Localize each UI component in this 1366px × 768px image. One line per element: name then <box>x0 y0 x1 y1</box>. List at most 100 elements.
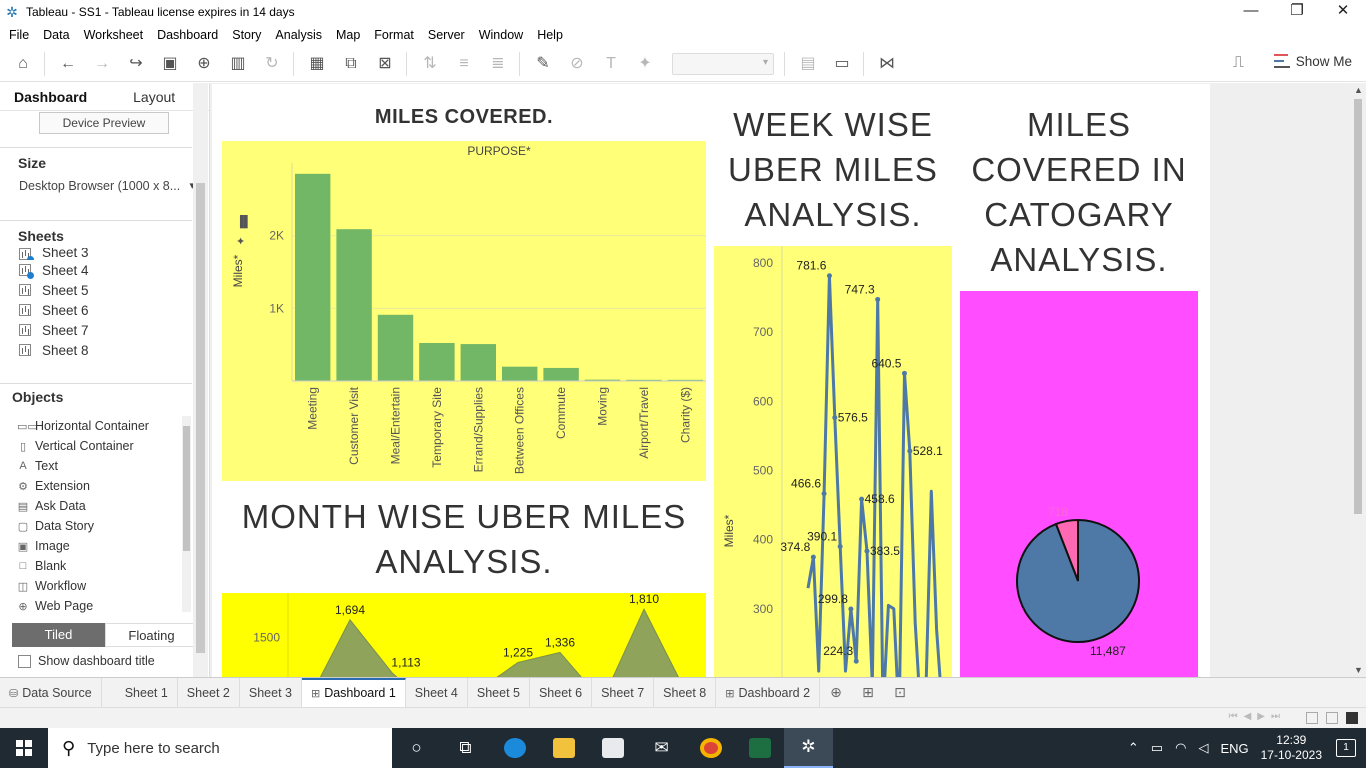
sheet-item[interactable]: Sheet 8 <box>19 340 89 360</box>
excel-icon[interactable] <box>735 728 784 768</box>
sheet-item[interactable]: Sheet 3 <box>19 248 89 260</box>
menu-file[interactable]: File <box>9 28 29 42</box>
start-button[interactable] <box>0 728 48 768</box>
taskbar-search[interactable]: ⚲ Type here to search <box>48 728 392 768</box>
new-dashboard-tab-icon[interactable]: ⊞ <box>852 684 884 701</box>
menu-help[interactable]: Help <box>537 28 563 42</box>
sheet-item[interactable]: Sheet 7 <box>19 320 89 340</box>
tab-layout[interactable]: Layout <box>119 83 189 111</box>
objects-scrollbar[interactable] <box>182 416 191 612</box>
sort-descending-icon[interactable]: ≣ <box>487 53 509 75</box>
restore-button[interactable]: ❐ <box>1274 0 1320 24</box>
tab-sheet-6[interactable]: Sheet 6 <box>530 677 593 708</box>
refresh-icon[interactable]: ↻ <box>261 53 283 75</box>
object-image[interactable]: ▣ Image <box>17 536 149 556</box>
object-vertical-container[interactable]: ▯ Vertical Container <box>17 436 149 456</box>
object-workflow[interactable]: ◫ Workflow <box>17 576 149 596</box>
dashboard-scrollbar[interactable]: ▲ ▼ <box>1350 83 1366 677</box>
object-data-story[interactable]: ▢ Data Story <box>17 516 149 536</box>
duplicate-icon[interactable]: ⧉ <box>340 53 362 75</box>
sheet-navigation[interactable]: ⏮◀▶⏭ <box>1229 711 1286 722</box>
menu-dashboard[interactable]: Dashboard <box>157 28 218 42</box>
redo-icon[interactable]: → <box>91 53 113 75</box>
filmstrip-view-icon[interactable] <box>1306 712 1318 724</box>
minimize-button[interactable]: — <box>1228 0 1274 24</box>
month-wise-chart[interactable]: 1500 1,694 1,113 1,225 1,336 1,810 <box>222 592 706 677</box>
save-icon[interactable]: ▣ <box>159 53 181 75</box>
close-button[interactable]: ✕ <box>1320 0 1366 24</box>
show-dashboard-title-option[interactable]: Show dashboard title <box>18 654 155 668</box>
chevron-up-icon[interactable]: ⌃ <box>1128 740 1139 756</box>
edge-icon[interactable] <box>490 728 539 768</box>
presentation-icon[interactable]: ▭ <box>831 53 853 75</box>
tab-dashboard-1[interactable]: ⊞ Dashboard 1 <box>301 677 406 708</box>
notification-icon[interactable]: 1 <box>1336 739 1356 757</box>
tiled-toggle[interactable]: Tiled <box>12 623 105 647</box>
floating-toggle[interactable]: Floating <box>105 623 198 647</box>
undo-icon[interactable]: ← <box>57 53 79 75</box>
tab-sheet-4[interactable]: Sheet 4 <box>406 677 468 708</box>
object-horizontal-container[interactable]: ▭▭ Horizontal Container <box>17 416 149 436</box>
store-icon[interactable] <box>588 728 637 768</box>
pane-scrollbar[interactable] <box>193 83 208 677</box>
menu-story[interactable]: Story <box>232 28 261 42</box>
menu-window[interactable]: Window <box>479 28 523 42</box>
tab-sheet-3[interactable]: Sheet 3 <box>240 677 302 708</box>
sheet-item[interactable]: Sheet 5 <box>19 280 89 300</box>
swap-icon[interactable]: ⇅ <box>419 53 441 75</box>
new-worksheet-tab-icon[interactable]: ⊕ <box>820 684 852 701</box>
sheet-item[interactable]: Sheet 4 <box>19 260 89 280</box>
scroll-down-icon[interactable]: ▼ <box>1354 665 1363 675</box>
new-story-tab-icon[interactable]: ⊡ <box>884 684 916 701</box>
clock[interactable]: 12:39 17-10-2023 <box>1261 733 1322 763</box>
new-data-source-icon[interactable]: ⊕ <box>193 53 215 75</box>
menu-server[interactable]: Server <box>428 28 465 42</box>
dashboard-scroll-thumb[interactable] <box>1354 99 1362 514</box>
wifi-icon[interactable]: ◠ <box>1175 740 1186 756</box>
tab-sheet-7[interactable]: Sheet 7 <box>592 677 655 708</box>
tab-sheet-5[interactable]: Sheet 5 <box>468 677 530 708</box>
labels-icon[interactable]: T <box>600 53 622 75</box>
objects-scroll-thumb[interactable] <box>183 426 190 551</box>
device-preview-button[interactable]: Device Preview <box>39 112 169 134</box>
language-indicator[interactable]: ENG <box>1220 741 1248 756</box>
menu-map[interactable]: Map <box>336 28 360 42</box>
show-me-button[interactable]: Show Me <box>1273 52 1352 70</box>
object-blank[interactable]: □ Blank <box>17 556 149 576</box>
object-text[interactable]: A Text <box>17 456 149 476</box>
sort-ascending-icon[interactable]: ≡ <box>453 53 475 75</box>
tab-dashboard[interactable]: Dashboard <box>0 83 101 111</box>
grid-view-icon[interactable] <box>1326 712 1338 724</box>
tabs-view-icon[interactable] <box>1346 712 1358 724</box>
share-icon[interactable]: ⋈ <box>876 53 898 75</box>
format-paint-icon[interactable]: ⎍ <box>1233 54 1244 72</box>
battery-icon[interactable]: ▭ <box>1151 740 1163 756</box>
pane-scroll-thumb[interactable] <box>196 183 205 653</box>
task-view-icon[interactable]: ⧉ <box>441 728 490 768</box>
fit-dropdown[interactable] <box>672 52 774 75</box>
tab-sheet-1[interactable]: Sheet 1 <box>116 677 178 708</box>
pause-updates-icon[interactable]: ▥ <box>227 53 249 75</box>
home-icon[interactable]: ⌂ <box>12 53 34 75</box>
tab-dashboard-2[interactable]: ⊞ Dashboard 2 <box>716 677 821 708</box>
highlight-icon[interactable]: ✎ <box>532 53 554 75</box>
tab-sheet-2[interactable]: Sheet 2 <box>178 677 240 708</box>
tab-data-source[interactable]: ⛁ Data Source <box>0 677 102 708</box>
object-ask-data[interactable]: ▤ Ask Data <box>17 496 149 516</box>
cortana-icon[interactable]: ○ <box>392 728 441 768</box>
new-worksheet-icon[interactable]: ▦ <box>306 53 328 75</box>
category-chart[interactable]: 718 11,487 <box>960 291 1198 677</box>
tab-sheet-8[interactable]: Sheet 8 <box>654 677 717 708</box>
menu-worksheet[interactable]: Worksheet <box>84 28 144 42</box>
show-cards-icon[interactable]: ▤ <box>797 53 819 75</box>
show-title-checkbox[interactable] <box>18 654 31 668</box>
volume-icon[interactable]: ◁ <box>1198 740 1208 756</box>
tableau-taskbar-icon[interactable]: ✲ <box>784 728 833 768</box>
menu-data[interactable]: Data <box>43 28 69 42</box>
object-web-page[interactable]: ⊕ Web Page <box>17 596 149 616</box>
group-icon[interactable]: ⊘ <box>566 53 588 75</box>
object-extension[interactable]: ⚙ Extension <box>17 476 149 496</box>
sheet-item[interactable]: Sheet 6 <box>19 300 89 320</box>
size-dropdown[interactable]: Desktop Browser (1000 x 8... <box>19 179 195 193</box>
replay-icon[interactable]: ↪ <box>125 53 147 75</box>
